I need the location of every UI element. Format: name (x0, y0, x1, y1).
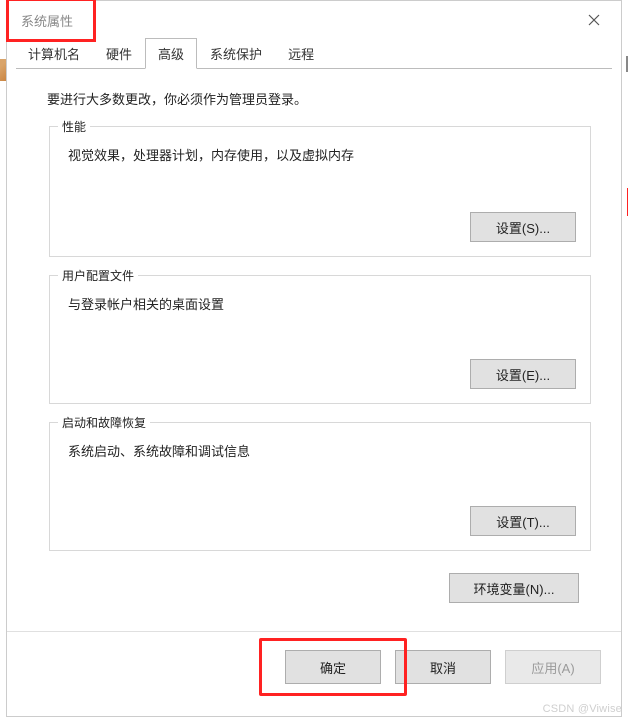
group-startup-desc: 系统启动、系统故障和调试信息 (68, 441, 576, 460)
titlebar: 系统属性 (7, 1, 621, 39)
tab-content-advanced: 要进行大多数更改，你必须作为管理员登录。 性能 视觉效果，处理器计划，内存使用，… (7, 69, 621, 623)
close-button[interactable] (573, 5, 615, 35)
apply-button[interactable]: 应用(A) (505, 650, 601, 684)
cancel-button[interactable]: 取消 (395, 650, 491, 684)
window-title: 系统属性 (15, 7, 79, 34)
group-user-profiles: 用户配置文件 与登录帐户相关的桌面设置 设置(E)... (49, 275, 591, 404)
group-startup-title: 启动和故障恢复 (58, 414, 150, 431)
group-performance-title: 性能 (58, 118, 90, 135)
group-performance: 性能 视觉效果，处理器计划，内存使用，以及虚拟内存 设置(S)... (49, 126, 591, 257)
group-performance-desc: 视觉效果，处理器计划，内存使用，以及虚拟内存 (68, 145, 576, 164)
startup-settings-button[interactable]: 设置(T)... (470, 506, 576, 536)
dialog-footer: 确定 取消 应用(A) (7, 632, 621, 698)
environment-variables-button[interactable]: 环境变量(N)... (449, 573, 579, 603)
tab-system-protection[interactable]: 系统保护 (197, 38, 275, 69)
group-user-profiles-title: 用户配置文件 (58, 267, 138, 284)
system-properties-dialog: 系统属性 计算机名 硬件 高级 系统保护 远程 要进行大多数更改，你必须作为管理… (6, 0, 622, 717)
tab-remote[interactable]: 远程 (275, 38, 327, 69)
tab-computer-name[interactable]: 计算机名 (15, 38, 93, 69)
tab-advanced[interactable]: 高级 (145, 38, 197, 69)
close-icon (588, 14, 600, 26)
admin-note: 要进行大多数更改，你必须作为管理员登录。 (47, 89, 593, 108)
tab-hardware[interactable]: 硬件 (93, 38, 145, 69)
group-startup-recovery: 启动和故障恢复 系统启动、系统故障和调试信息 设置(T)... (49, 422, 591, 551)
tab-bar: 计算机名 硬件 高级 系统保护 远程 (7, 39, 621, 69)
user-profiles-settings-button[interactable]: 设置(E)... (470, 359, 576, 389)
ok-button[interactable]: 确定 (285, 650, 381, 684)
watermark: CSDN @Viwise (543, 703, 622, 715)
group-user-profiles-desc: 与登录帐户相关的桌面设置 (68, 294, 576, 313)
performance-settings-button[interactable]: 设置(S)... (470, 212, 576, 242)
